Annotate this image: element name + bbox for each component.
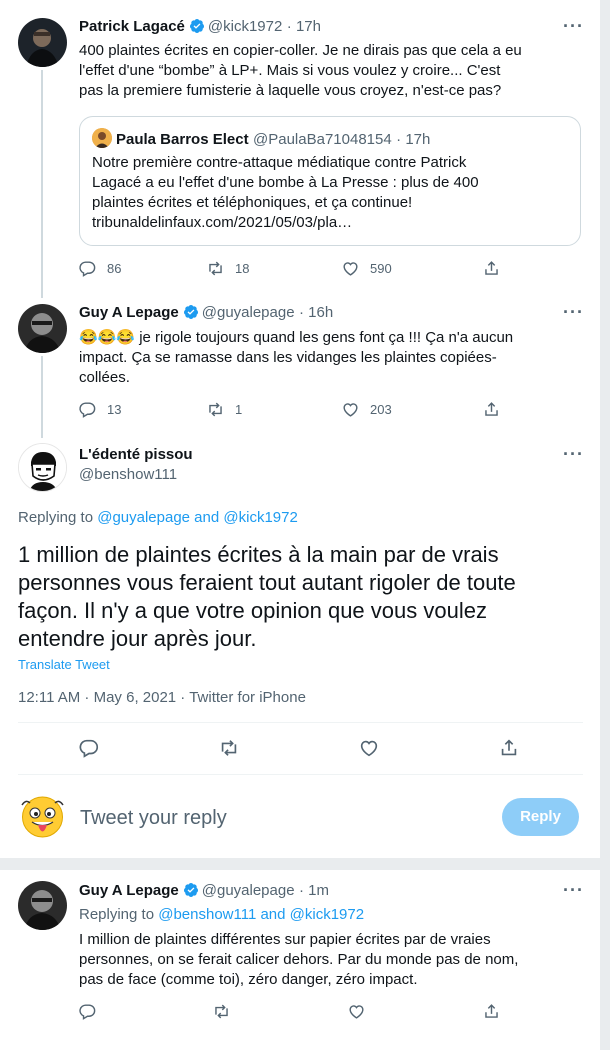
author-handle[interactable]: @guyalepage: [202, 882, 295, 899]
verified-badge-icon: [183, 883, 198, 897]
tweet2-header: Guy A Lepage @guyalepage · 16h: [79, 304, 333, 322]
retweet-count: 1: [235, 402, 243, 417]
my-avatar[interactable]: [18, 793, 67, 842]
tweet-time[interactable]: · 17h: [287, 18, 321, 35]
replying-to: Replying to @guyalepage and @kick1972: [18, 509, 298, 526]
retweet-icon: [209, 261, 222, 276]
like-icon: [343, 262, 358, 276]
like-icon: [360, 740, 378, 757]
conversation-panel: Patrick Lagacé @kick1972 · 17h ··· 400 pl…: [0, 0, 600, 858]
more-icon[interactable]: ···: [563, 16, 584, 37]
author-handle[interactable]: @guyalepage: [202, 304, 295, 321]
retweet-action[interactable]: [218, 737, 240, 759]
like-icon: [349, 1005, 364, 1019]
tweet1-header: Patrick Lagacé @kick1972 · 17h: [79, 18, 321, 36]
share-icon: [485, 402, 498, 416]
quote-time: · 17h: [396, 131, 431, 148]
reply-action[interactable]: [78, 1002, 97, 1021]
emoji-laugh: 😂😂😂: [79, 329, 136, 346]
replying-to-link[interactable]: @guyalepage and @kick1972: [97, 509, 298, 526]
retweet-count: 18: [235, 261, 250, 276]
quote-avatar: [92, 128, 112, 148]
reply-panel: Guy A Lepage @guyalepage · 1m ··· Replyin…: [0, 870, 600, 1050]
thread-line: [41, 356, 43, 438]
quote-text: Notre première contre-attaque médiatique…: [92, 154, 479, 231]
reply-action[interactable]: 13: [78, 400, 121, 419]
author-name[interactable]: L'édenté pissou: [79, 446, 193, 463]
main-header: L'édenté pissou @benshow111: [79, 446, 193, 483]
tweet1-text: 400 plaintes écrites en copier-coller. J…: [79, 42, 522, 99]
retweet-action[interactable]: [212, 1002, 231, 1021]
tweet-time[interactable]: · 16h: [299, 304, 333, 321]
more-icon[interactable]: ···: [563, 444, 584, 465]
share-action[interactable]: [482, 400, 501, 419]
thread-line: [41, 70, 43, 298]
reply-action[interactable]: [78, 737, 100, 759]
tweet3-header: Guy A Lepage @guyalepage · 1m: [79, 882, 329, 900]
tweet3-text: I million de plaintes différentes sur pa…: [79, 931, 519, 988]
like-action[interactable]: [347, 1002, 366, 1021]
share-icon: [485, 1004, 498, 1018]
more-icon[interactable]: ···: [563, 302, 584, 323]
share-action[interactable]: [482, 259, 501, 278]
retweet-icon: [215, 1004, 228, 1019]
tweet-meta: 12:11 AM · May 6, 2021 · Twitter for iPh…: [18, 689, 306, 706]
avatar-patrick[interactable]: [18, 18, 67, 67]
author-name[interactable]: Guy A Lepage: [79, 304, 179, 321]
reply-count: 13: [107, 402, 122, 417]
retweet-action[interactable]: 1: [206, 400, 242, 419]
avatar-guy[interactable]: [18, 881, 67, 930]
author-name[interactable]: Guy A Lepage: [79, 882, 179, 899]
reply-icon: [79, 1004, 96, 1020]
retweet-icon: [209, 402, 222, 417]
like-action[interactable]: 590: [341, 259, 392, 278]
reply-button[interactable]: Reply: [502, 798, 579, 836]
verified-badge-icon: [183, 305, 198, 319]
avatar-edente[interactable]: [18, 443, 67, 492]
like-action[interactable]: [358, 737, 380, 759]
retweet-action[interactable]: 18: [206, 259, 249, 278]
author-name[interactable]: Patrick Lagacé: [79, 18, 185, 35]
quote-author-handle: @PaulaBa71048154: [253, 131, 392, 148]
quote-header: Paula Barros Elect @PaulaBa71048154 · 17…: [92, 128, 430, 149]
more-icon[interactable]: ···: [563, 880, 584, 901]
reply-count: 86: [107, 261, 122, 276]
share-icon: [501, 739, 517, 756]
reply-input[interactable]: Tweet your reply: [80, 807, 227, 830]
quoted-tweet[interactable]: Paula Barros Elect @PaulaBa71048154 · 17…: [79, 116, 581, 246]
translate-tweet-link[interactable]: Translate Tweet: [18, 657, 110, 672]
share-icon: [485, 261, 498, 275]
like-count: 203: [370, 402, 392, 417]
replying-to-link[interactable]: @benshow111 and @kick1972: [158, 906, 364, 923]
retweet-icon: [221, 740, 237, 756]
like-action[interactable]: 203: [341, 400, 392, 419]
reply-icon: [79, 261, 96, 277]
share-action[interactable]: [498, 737, 520, 759]
reply-action[interactable]: 86: [78, 259, 121, 278]
divider: [18, 774, 583, 775]
avatar-guy[interactable]: [18, 304, 67, 353]
divider: [18, 722, 583, 723]
reply-icon: [79, 739, 99, 758]
verified-badge-icon: [189, 19, 204, 33]
author-handle[interactable]: @benshow111: [79, 466, 193, 483]
replying-to: Replying to @benshow111 and @kick1972: [79, 906, 365, 923]
quote-author-name: Paula Barros Elect: [116, 131, 249, 148]
like-count: 590: [370, 261, 392, 276]
share-action[interactable]: [482, 1002, 501, 1021]
main-tweet-text: 1 million de plaintes écrites à la main …: [18, 542, 516, 651]
like-icon: [343, 403, 358, 417]
reply-icon: [79, 402, 96, 418]
tweet2-text: 😂😂😂 je rigole toujours quand les gens fo…: [79, 329, 514, 386]
tongue-emoji-icon: [21, 796, 64, 838]
tweet-time[interactable]: · 1m: [299, 882, 329, 899]
author-handle[interactable]: @kick1972: [208, 18, 282, 35]
